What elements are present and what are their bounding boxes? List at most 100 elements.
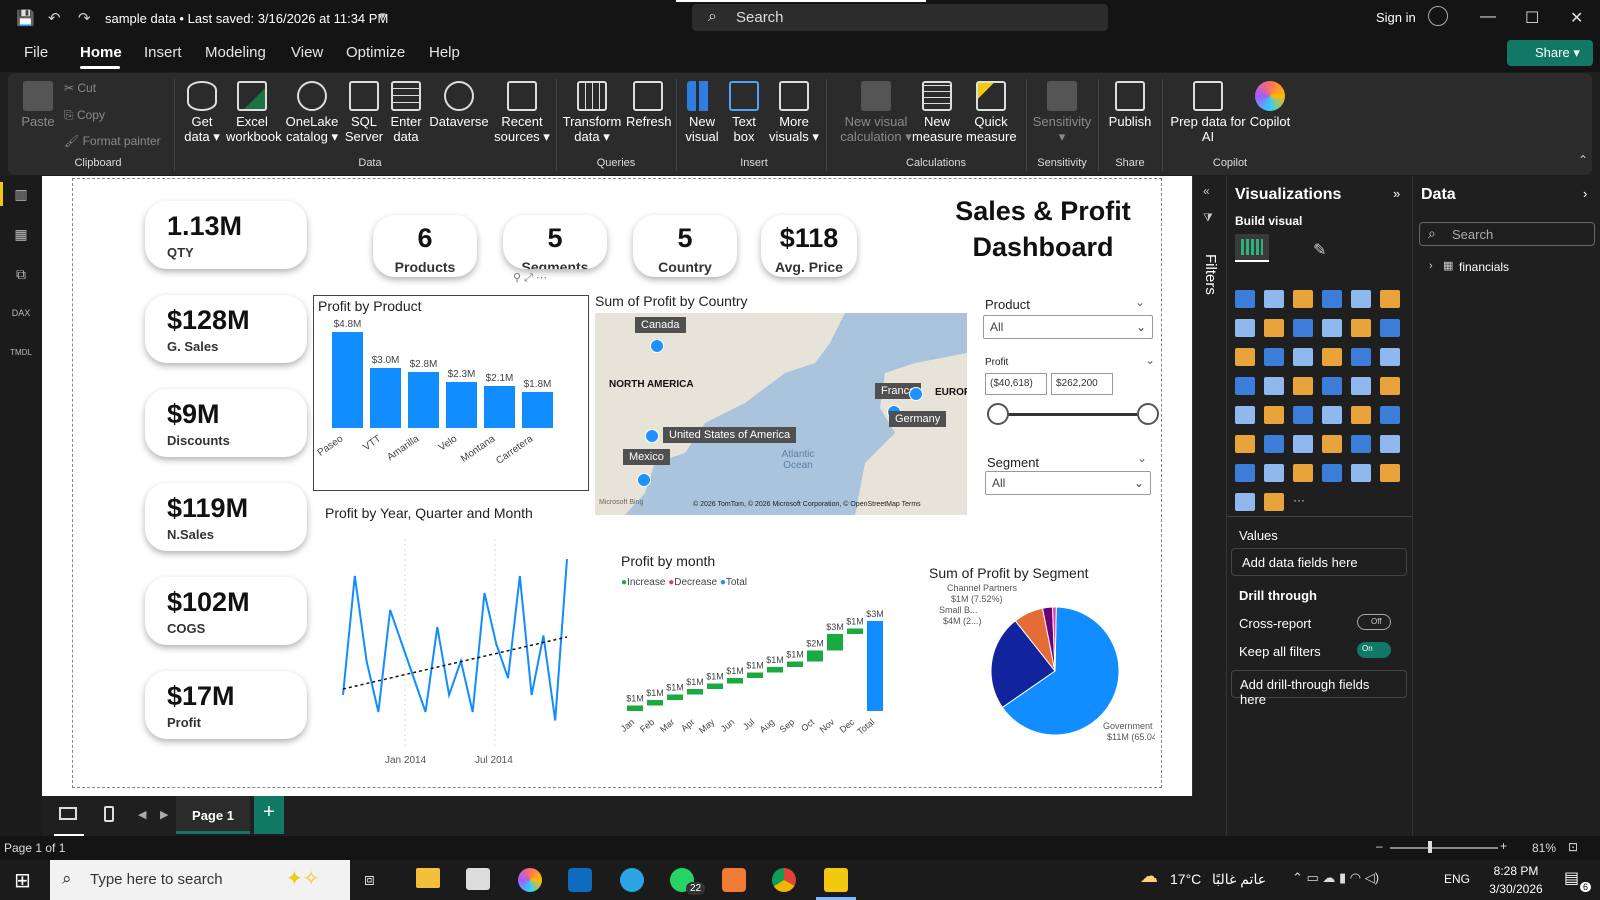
visual-type-icon[interactable] xyxy=(1322,348,1342,366)
chevron-down-icon[interactable]: ⌄ xyxy=(1135,295,1145,309)
table-financials[interactable]: financials xyxy=(1459,260,1509,274)
menu-optimize[interactable]: Optimize xyxy=(346,44,405,61)
sensitivity-button[interactable]: Sensitivity ▾ xyxy=(1032,81,1092,144)
map-bubble-canada[interactable] xyxy=(650,339,664,353)
chevron-down-icon[interactable]: ▾ xyxy=(380,9,386,22)
visual-type-icon[interactable] xyxy=(1322,435,1342,453)
visual-type-icon[interactable] xyxy=(1264,406,1284,424)
card-segments[interactable]: 5 Segments xyxy=(503,215,607,269)
visual-type-icon[interactable] xyxy=(1351,319,1371,337)
visual-type-icon[interactable] xyxy=(1264,377,1284,395)
profit-slider-track[interactable] xyxy=(997,413,1147,416)
visual-type-icon[interactable] xyxy=(1351,406,1371,424)
copilot-app-icon[interactable] xyxy=(518,868,542,892)
visual-type-icon[interactable] xyxy=(1351,464,1371,482)
visual-type-icon[interactable] xyxy=(1264,348,1284,366)
visual-type-icon[interactable] xyxy=(1235,348,1255,366)
undo-icon[interactable]: ↶ xyxy=(48,9,61,27)
sql-server-button[interactable]: SQL Server xyxy=(344,81,384,144)
visual-type-icon[interactable] xyxy=(1380,406,1400,424)
get-data-button[interactable]: Get data ▾ xyxy=(182,81,222,144)
telegram-icon[interactable] xyxy=(620,868,644,892)
redo-icon[interactable]: ↷ xyxy=(78,9,91,27)
visual-header-icons[interactable]: ⚲ ⤢ ⋯ xyxy=(513,271,547,285)
profit-by-product-visual[interactable]: Profit by Product $4.8M Paseo $3.0M VTT $2.8… xyxy=(313,295,589,491)
transform-data-button[interactable]: Transform data ▾ xyxy=(560,81,624,144)
visual-type-icon[interactable] xyxy=(1322,406,1342,424)
publish-button[interactable]: Publish xyxy=(1104,81,1156,129)
map-bubble-mexico[interactable] xyxy=(637,473,651,487)
menu-file[interactable]: File xyxy=(24,44,48,61)
menu-view[interactable]: View xyxy=(291,44,323,61)
visual-type-icon[interactable] xyxy=(1235,319,1255,337)
map-bubble-usa[interactable] xyxy=(645,429,659,443)
values-well[interactable]: Add data fields here xyxy=(1231,548,1407,576)
kpi-card-qty[interactable]: 1.13M QTY xyxy=(145,201,307,269)
task-view-icon[interactable]: ⧈ xyxy=(364,870,375,890)
tmdl-view-icon[interactable]: TMDL xyxy=(10,348,32,368)
visual-type-icon[interactable] xyxy=(1293,464,1313,482)
app-icon[interactable] xyxy=(722,868,746,892)
visual-type-icon[interactable] xyxy=(1380,290,1400,308)
segment-dropdown[interactable]: All ⌄ xyxy=(985,471,1151,495)
profit-min-input[interactable]: ($40,618) xyxy=(985,373,1047,395)
dax-query-view-icon[interactable]: DAX xyxy=(10,308,32,328)
next-page-icon[interactable]: ▶ xyxy=(160,808,168,821)
zoom-slider-handle[interactable] xyxy=(1428,841,1432,853)
visual-type-icon[interactable] xyxy=(1322,290,1342,308)
format-visual-icon[interactable]: ✎ xyxy=(1313,240,1326,260)
menu-home[interactable]: Home xyxy=(80,44,122,61)
visual-type-icon[interactable] xyxy=(1380,435,1400,453)
recent-sources-button[interactable]: Recent sources ▾ xyxy=(494,81,550,144)
cut-button[interactable]: ✂ Cut xyxy=(64,81,96,96)
report-view-icon[interactable]: ▥ xyxy=(10,186,32,206)
keep-filters-toggle[interactable]: On xyxy=(1357,642,1391,658)
visual-type-icon[interactable] xyxy=(1264,464,1284,482)
zoom-slider[interactable] xyxy=(1390,847,1498,849)
waterfall-chart[interactable]: $1M Jan $1M Feb $1M Mar $1M Apr $1M May $1M Jun $1M J… xyxy=(619,593,909,743)
windows-start-icon[interactable]: ⊞ xyxy=(14,868,31,893)
new-measure-button[interactable]: New measure xyxy=(912,81,963,144)
kpi-card-gross-sales[interactable]: $128M G. Sales xyxy=(145,295,307,363)
drill-through-well[interactable]: Add drill-through fields here xyxy=(1231,670,1407,707)
card-avg-price[interactable]: $118 Avg. Price xyxy=(761,215,857,277)
desktop-layout-tab[interactable] xyxy=(54,796,84,836)
visual-type-icon[interactable] xyxy=(1235,435,1255,453)
model-view-icon[interactable]: ⧉ xyxy=(10,266,32,286)
close-icon[interactable]: ✕ xyxy=(1570,8,1583,28)
maximize-icon[interactable]: ☐ xyxy=(1525,8,1539,28)
kpi-card-net-sales[interactable]: $119M N.Sales xyxy=(145,483,307,551)
refresh-button[interactable]: Refresh xyxy=(626,81,672,129)
visual-type-icon[interactable] xyxy=(1235,377,1255,395)
notification-icon[interactable]: ▤ xyxy=(1564,868,1579,888)
visual-type-icon[interactable] xyxy=(1380,377,1400,395)
language-indicator[interactable]: ENG xyxy=(1444,872,1470,886)
menu-modeling[interactable]: Modeling xyxy=(205,44,266,61)
visual-type-icon[interactable] xyxy=(1322,319,1342,337)
profit-slider-max-handle[interactable] xyxy=(1137,403,1159,425)
taskbar-search[interactable]: ⌕ Type here to search ✦✧ xyxy=(50,860,350,900)
visual-type-icon[interactable] xyxy=(1351,377,1371,395)
visual-type-icon[interactable] xyxy=(1351,348,1371,366)
visual-type-icon[interactable] xyxy=(1235,464,1255,482)
save-icon[interactable]: 💾 xyxy=(16,9,35,27)
visual-type-icon[interactable] xyxy=(1235,406,1255,424)
quick-measure-button[interactable]: Quick measure xyxy=(966,81,1017,144)
sign-in-link[interactable]: Sign in xyxy=(1376,10,1416,25)
fit-to-page-icon[interactable]: ⊡ xyxy=(1568,840,1578,854)
format-painter-button[interactable]: 🖌 Format painter xyxy=(64,134,161,149)
visual-type-icon[interactable]: ··· xyxy=(1293,493,1313,511)
weather-temp[interactable]: 17°C xyxy=(1170,871,1201,887)
visual-type-icon[interactable] xyxy=(1351,435,1371,453)
more-visuals-button[interactable]: More visuals ▾ xyxy=(766,81,822,144)
chevron-right-icon[interactable]: › xyxy=(1429,260,1433,272)
filters-pane[interactable]: « ⧩ Filters xyxy=(1192,176,1226,796)
data-search-input[interactable]: ⌕ Search xyxy=(1419,222,1595,246)
table-view-icon[interactable]: ▦ xyxy=(10,226,32,246)
zoom-out-icon[interactable]: – xyxy=(1376,839,1383,853)
share-button[interactable]: Share ▾ xyxy=(1507,40,1593,66)
collapse-ribbon-icon[interactable]: ⌃ xyxy=(1578,153,1588,167)
visual-type-icon[interactable] xyxy=(1293,435,1313,453)
visual-type-icon[interactable] xyxy=(1380,319,1400,337)
user-avatar-icon[interactable] xyxy=(1428,6,1448,26)
